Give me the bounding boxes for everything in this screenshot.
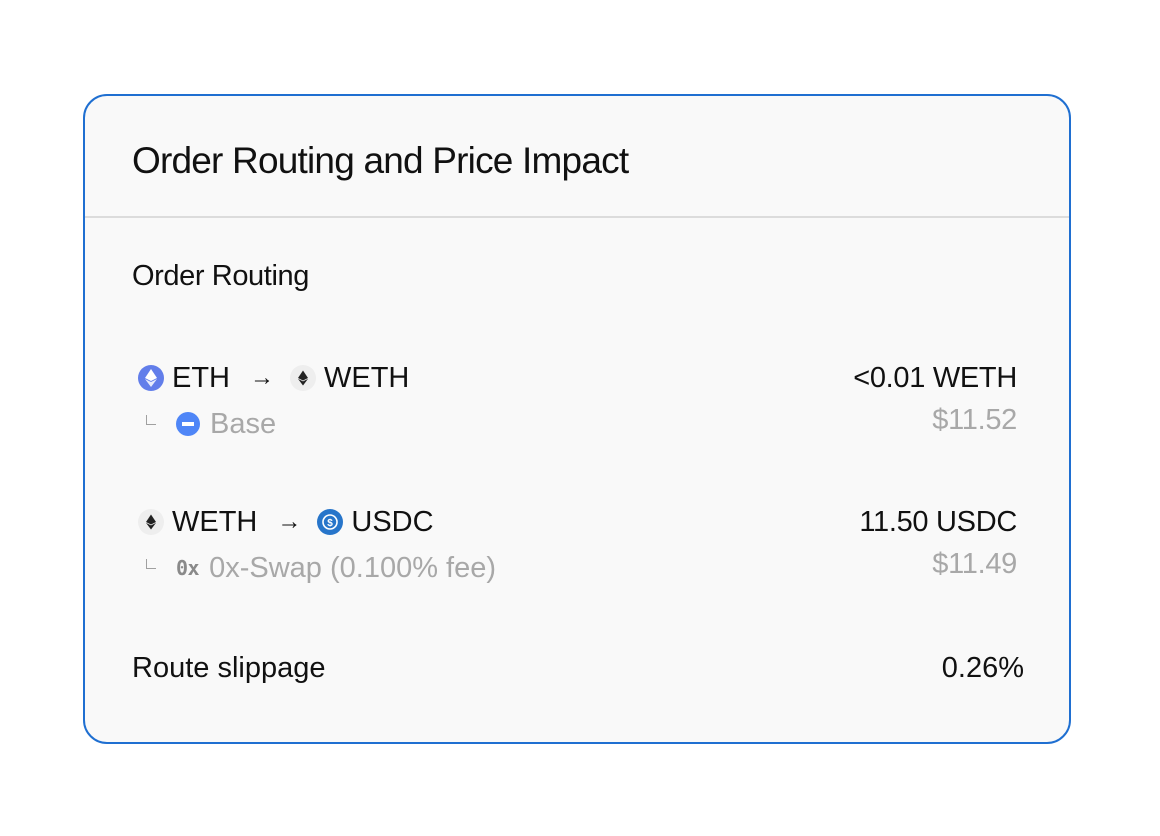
eth-icon bbox=[138, 365, 164, 391]
base-icon bbox=[176, 412, 200, 436]
section-title: Order Routing bbox=[132, 260, 309, 292]
to-token: WETH bbox=[290, 362, 409, 395]
token-pair: WETH → $ USDC bbox=[138, 504, 434, 540]
route-via: 0x 0x-Swap (0.100% fee) bbox=[146, 550, 496, 586]
weth-icon bbox=[290, 365, 316, 391]
order-routing-card: Order Routing and Price Impact Order Rou… bbox=[83, 94, 1071, 744]
to-token-label: USDC bbox=[351, 505, 434, 538]
branch-elbow-icon bbox=[146, 559, 156, 569]
svg-text:$: $ bbox=[328, 518, 334, 529]
0x-icon: 0x bbox=[176, 556, 200, 580]
to-token-label: WETH bbox=[324, 361, 410, 394]
slippage-value: 0.26% bbox=[941, 652, 1024, 684]
route-usd-value: $11.49 bbox=[932, 548, 1017, 580]
card-header: Order Routing and Price Impact bbox=[85, 96, 1069, 218]
route-amount: 11.50 USDC bbox=[859, 506, 1017, 538]
from-token-label: WETH bbox=[172, 505, 258, 538]
weth-icon bbox=[138, 509, 164, 535]
route-amount: <0.01 WETH bbox=[853, 362, 1017, 394]
token-pair: ETH → WETH bbox=[138, 360, 409, 396]
from-token-label: ETH bbox=[172, 361, 230, 394]
slippage-label: Route slippage bbox=[132, 652, 326, 684]
via-label: 0x-Swap (0.100% fee) bbox=[209, 551, 497, 584]
from-token: WETH bbox=[138, 506, 257, 539]
route-via: Base bbox=[146, 406, 276, 442]
route-usd-value: $11.52 bbox=[932, 404, 1017, 436]
via-label: Base bbox=[210, 407, 277, 440]
route-row: WETH → $ USDC 0x 0x-Swap (0.100% fee) 11… bbox=[138, 504, 1017, 584]
branch-elbow-icon bbox=[146, 415, 156, 425]
from-token: ETH bbox=[138, 362, 230, 395]
route-row: ETH → WETH Base <0.01 WETH $11.52 bbox=[138, 360, 1017, 440]
arrow-right-icon: → bbox=[277, 508, 302, 535]
card-title: Order Routing and Price Impact bbox=[132, 140, 629, 181]
to-token: $ USDC bbox=[317, 505, 434, 539]
usdc-icon: $ bbox=[317, 509, 344, 535]
arrow-right-icon: → bbox=[250, 364, 274, 391]
route-slippage-row: Route slippage 0.26% bbox=[132, 652, 1024, 688]
